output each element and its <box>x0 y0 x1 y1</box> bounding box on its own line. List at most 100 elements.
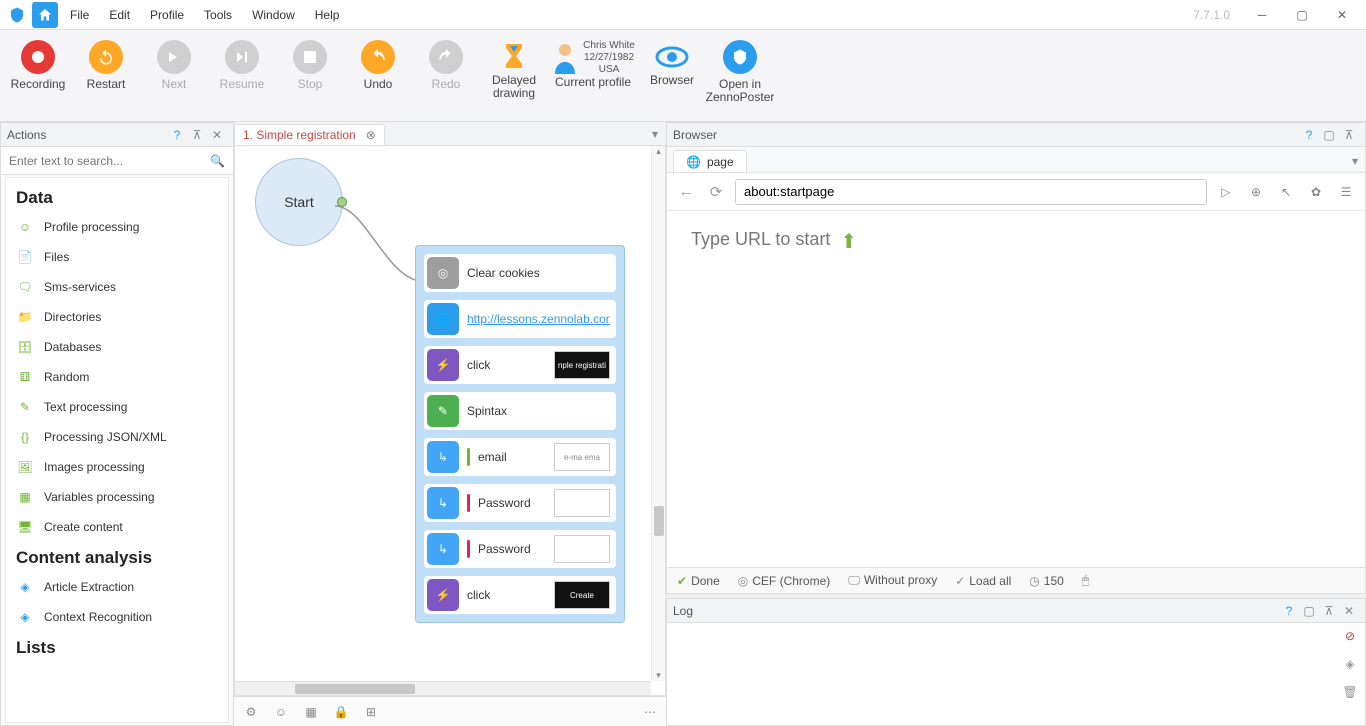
action-icon: ☺ <box>16 218 34 236</box>
action-item[interactable]: 🖥Create content <box>6 512 228 542</box>
current-profile-button[interactable]: Chris White 12/27/1982 USA Current profi… <box>548 36 638 93</box>
action-item[interactable]: ◈Article Extraction <box>6 572 228 602</box>
tab-close-icon[interactable]: ⊗ <box>366 128 376 142</box>
url-input[interactable] <box>735 179 1207 205</box>
stop-button[interactable]: Stop <box>276 36 344 95</box>
step-row[interactable]: ↳Password <box>424 484 616 522</box>
restart-button[interactable]: Restart <box>72 36 140 95</box>
canvas-tab[interactable]: 1. Simple registration ⊗ <box>234 124 385 145</box>
browser-button[interactable]: Browser <box>638 36 706 91</box>
step-row[interactable]: ↳Password <box>424 530 616 568</box>
action-item[interactable]: ⚅Random <box>6 362 228 392</box>
resume-button[interactable]: Resume <box>208 36 276 95</box>
menu-file[interactable]: File <box>60 0 99 30</box>
trash-icon[interactable]: 🗑 <box>1341 685 1359 703</box>
menu-help[interactable]: Help <box>305 0 350 30</box>
tabs-dropdown[interactable]: ▾ <box>644 122 666 145</box>
action-label: Article Extraction <box>44 580 134 594</box>
pin-icon[interactable]: ⊼ <box>1339 128 1359 142</box>
step-row[interactable]: 🌐http://lessons.zennolab.com/en/index <box>424 300 616 338</box>
step-thumbnail <box>554 489 610 517</box>
browser-tab[interactable]: 🌐 page <box>673 150 747 172</box>
menu-profile[interactable]: Profile <box>140 0 194 30</box>
menu-window[interactable]: Window <box>242 0 305 30</box>
action-item[interactable]: ▦Variables processing <box>6 482 228 512</box>
maximize-icon[interactable]: ▢ <box>1319 128 1339 142</box>
clock-icon: ◷ <box>1029 574 1039 588</box>
lock-icon[interactable]: 🔒 <box>332 703 350 721</box>
settings-icon[interactable]: ⚙ <box>242 703 260 721</box>
go-icon[interactable]: ▷ <box>1215 185 1237 199</box>
back-icon[interactable]: ← <box>675 183 697 200</box>
step-row[interactable]: ⚡clicknple registrati <box>424 346 616 384</box>
action-item[interactable]: 📁Directories <box>6 302 228 332</box>
canvas-tabs: 1. Simple registration ⊗ ▾ <box>234 122 666 146</box>
action-item[interactable]: {}Processing JSON/XML <box>6 422 228 452</box>
home-button[interactable] <box>32 2 58 28</box>
delayed-drawing-button[interactable]: Delayed drawing <box>480 36 548 104</box>
action-icon: 🖼 <box>16 458 34 476</box>
close-icon[interactable]: ✕ <box>1339 604 1359 618</box>
action-label: Variables processing <box>44 490 155 504</box>
undo-button[interactable]: Undo <box>344 36 412 95</box>
action-item[interactable]: ◈Context Recognition <box>6 602 228 632</box>
action-item[interactable]: ☺Profile processing <box>6 212 228 242</box>
menu-edit[interactable]: Edit <box>99 0 140 30</box>
window-close[interactable]: ✕ <box>1322 0 1362 30</box>
action-item[interactable]: 🗄Databases <box>6 332 228 362</box>
app-logo-icon[interactable] <box>4 2 30 28</box>
action-item[interactable]: 🖼Images processing <box>6 452 228 482</box>
actions-search[interactable]: 🔍 <box>1 147 233 175</box>
reload-icon[interactable]: ⟳ <box>705 183 727 201</box>
address-bar: ← ⟳ ▷ ⊕ ↖ ✿ ☰ <box>667 173 1365 211</box>
start-node[interactable]: Start <box>255 158 343 246</box>
redo-button[interactable]: Redo <box>412 36 480 95</box>
mouse-icon: 🖱 <box>1082 573 1089 587</box>
pin-icon[interactable]: ⊼ <box>187 128 207 142</box>
help-icon[interactable]: ? <box>1279 604 1299 618</box>
action-item[interactable]: 📄Files <box>6 242 228 272</box>
titlebar: File Edit Profile Tools Window Help 7.7.… <box>0 0 1366 30</box>
user-icon[interactable]: ☺ <box>272 703 290 721</box>
action-item[interactable]: ✎Text processing <box>6 392 228 422</box>
grid-icon[interactable]: ▦ <box>302 703 320 721</box>
browser-tabs-dropdown[interactable]: ▾ <box>1345 154 1365 172</box>
log-body[interactable]: ⊘ ◈ 🗑 <box>667 623 1365 725</box>
window-minimize[interactable]: ─ <box>1242 0 1282 30</box>
step-row[interactable]: ◎Clear cookies <box>424 254 616 292</box>
action-icon: ◈ <box>16 608 34 626</box>
maximize-icon[interactable]: ▢ <box>1299 604 1319 618</box>
canvas-h-scrollbar[interactable] <box>235 681 651 695</box>
extension-icon[interactable]: ✿ <box>1305 185 1327 199</box>
actions-list[interactable]: Data ☺Profile processing📄Files🗨Sms-servi… <box>5 177 229 723</box>
pin-icon[interactable]: ⊼ <box>1319 604 1339 618</box>
browser-viewport[interactable]: Type URL to start ⬆ <box>667 211 1365 567</box>
add-icon[interactable]: ⊞ <box>362 703 380 721</box>
action-group[interactable]: ◎Clear cookies 🌐http://lessons.zennolab.c… <box>415 245 625 623</box>
clear-error-icon[interactable]: ⊘ <box>1341 629 1359 647</box>
step-link[interactable]: http://lessons.zennolab.com/en/index <box>467 312 610 326</box>
search-input[interactable] <box>9 154 210 168</box>
open-in-zennoposter-button[interactable]: Open in ZennoPoster <box>706 36 774 108</box>
recording-button[interactable]: Recording <box>4 36 72 95</box>
action-item[interactable]: 🗨Sms-services <box>6 272 228 302</box>
tag-icon[interactable]: ◈ <box>1341 657 1359 675</box>
pointer-icon[interactable]: ↖ <box>1275 185 1297 199</box>
close-icon[interactable]: ✕ <box>207 128 227 142</box>
step-row[interactable]: ↳emaile-ma ema <box>424 438 616 476</box>
step-row[interactable]: ✎Spintax <box>424 392 616 430</box>
next-button[interactable]: Next <box>140 36 208 95</box>
help-icon[interactable]: ? <box>1299 128 1319 142</box>
browser-panel-header: Browser ? ▢ ⊼ <box>667 123 1365 147</box>
menu-tools[interactable]: Tools <box>194 0 242 30</box>
more-icon[interactable]: ⋯ <box>644 705 658 719</box>
window-maximize[interactable]: ▢ <box>1282 0 1322 30</box>
canvas-area: 1. Simple registration ⊗ ▾ Start ◎Clear … <box>234 122 666 726</box>
help-icon[interactable]: ? <box>167 128 187 142</box>
canvas-v-scrollbar[interactable] <box>651 146 665 681</box>
step-row[interactable]: ⚡clickCreate <box>424 576 616 614</box>
target-icon[interactable]: ⊕ <box>1245 185 1267 199</box>
menu-icon[interactable]: ☰ <box>1335 185 1357 199</box>
search-icon[interactable]: 🔍 <box>210 154 225 168</box>
canvas[interactable]: Start ◎Clear cookies 🌐http://lessons.zenn… <box>234 146 666 696</box>
